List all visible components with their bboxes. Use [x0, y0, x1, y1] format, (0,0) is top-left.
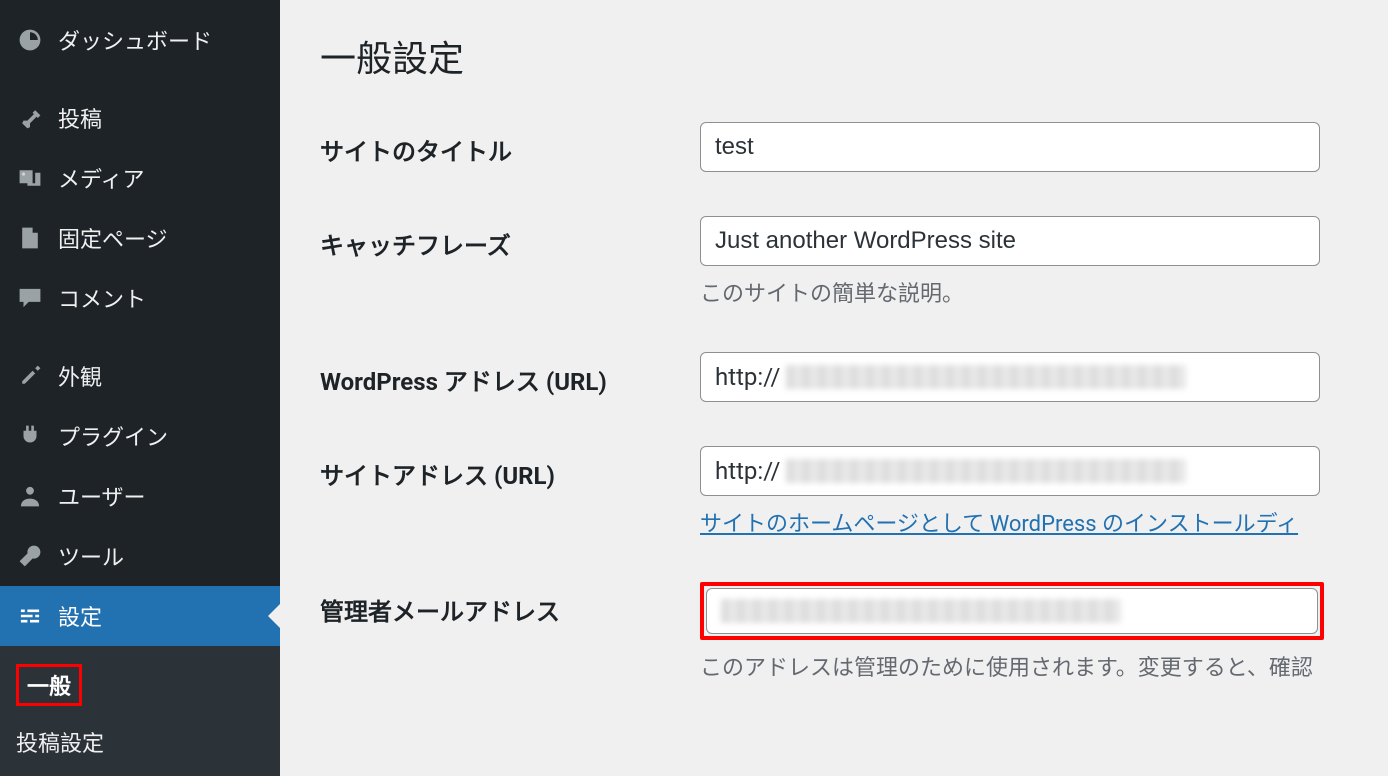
highlight-annotation: 一般	[16, 664, 82, 706]
sidebar-item-tools[interactable]: ツール	[0, 526, 280, 586]
site-url-help-link[interactable]: サイトのホームページとして WordPress のインストールディ	[700, 506, 1298, 538]
tagline-help: このサイトの簡単な説明。	[700, 276, 1388, 308]
sidebar-item-label: コメント	[58, 282, 146, 314]
sidebar-item-label: プラグイン	[58, 420, 168, 452]
redacted-value	[786, 459, 1186, 483]
user-icon	[16, 482, 44, 510]
sidebar-item-label: 設定	[58, 600, 102, 632]
field-row-site-title: サイトのタイトル	[320, 122, 1388, 172]
media-icon	[16, 164, 44, 192]
tool-icon	[16, 542, 44, 570]
sidebar-item-media[interactable]: メディア	[0, 148, 280, 208]
sidebar-item-label: ユーザー	[58, 480, 146, 512]
appearance-icon	[16, 362, 44, 390]
field-row-tagline: キャッチフレーズ このサイトの簡単な説明。	[320, 216, 1388, 308]
site-title-label: サイトのタイトル	[320, 122, 700, 167]
plugin-icon	[16, 422, 44, 450]
sidebar-item-users[interactable]: ユーザー	[0, 466, 280, 526]
sidebar-item-label: 投稿	[58, 102, 102, 134]
wp-url-input[interactable]: http://	[700, 352, 1320, 402]
site-url-label: サイトアドレス (URL)	[320, 446, 700, 491]
tagline-input[interactable]	[700, 216, 1320, 266]
sidebar-item-label: 固定ページ	[58, 222, 168, 254]
wp-url-label: WordPress アドレス (URL)	[320, 352, 700, 397]
settings-icon	[16, 602, 44, 630]
admin-email-label: 管理者メールアドレス	[320, 582, 700, 627]
submenu-item-general[interactable]: 一般	[0, 654, 280, 716]
redacted-value	[721, 599, 1121, 623]
sidebar-item-settings[interactable]: 設定	[0, 586, 280, 646]
sidebar-item-dashboard[interactable]: ダッシュボード	[0, 10, 280, 70]
submenu-item-writing[interactable]: 投稿設定	[0, 716, 280, 768]
sidebar-item-appearance[interactable]: 外観	[0, 346, 280, 406]
pin-icon	[16, 104, 44, 132]
highlight-annotation	[700, 582, 1324, 640]
sidebar-item-label: 外観	[58, 360, 102, 392]
admin-email-input[interactable]	[706, 588, 1318, 634]
field-row-site-url: サイトアドレス (URL) http:// サイトのホームページとして Word…	[320, 446, 1388, 538]
sidebar-item-plugins[interactable]: プラグイン	[0, 406, 280, 466]
tagline-label: キャッチフレーズ	[320, 216, 700, 261]
sidebar-item-label: メディア	[58, 162, 144, 194]
page-title: 一般設定	[320, 30, 1388, 82]
main-content: 一般設定 サイトのタイトル キャッチフレーズ このサイトの簡単な説明。 Word…	[280, 0, 1388, 775]
field-row-admin-email: 管理者メールアドレス このアドレスは管理のために使用されます。変更すると、確認	[320, 582, 1388, 682]
sidebar-item-label: ツール	[58, 540, 124, 572]
sidebar-item-posts[interactable]: 投稿	[0, 88, 280, 148]
site-title-input[interactable]	[700, 122, 1320, 172]
settings-submenu: 一般 投稿設定	[0, 646, 280, 776]
sidebar-item-comments[interactable]: コメント	[0, 268, 280, 328]
admin-sidebar: ダッシュボード 投稿 メディア 固定ページ コメント 外観 プラグイン ユーザー…	[0, 0, 280, 775]
sidebar-item-label: ダッシュボード	[58, 24, 212, 56]
field-row-wp-url: WordPress アドレス (URL) http://	[320, 352, 1388, 402]
page-icon	[16, 224, 44, 252]
comment-icon	[16, 284, 44, 312]
sidebar-item-pages[interactable]: 固定ページ	[0, 208, 280, 268]
site-url-input[interactable]: http://	[700, 446, 1320, 496]
admin-email-help: このアドレスは管理のために使用されます。変更すると、確認	[700, 650, 1388, 682]
dashboard-icon	[16, 26, 44, 54]
redacted-value	[786, 365, 1186, 389]
